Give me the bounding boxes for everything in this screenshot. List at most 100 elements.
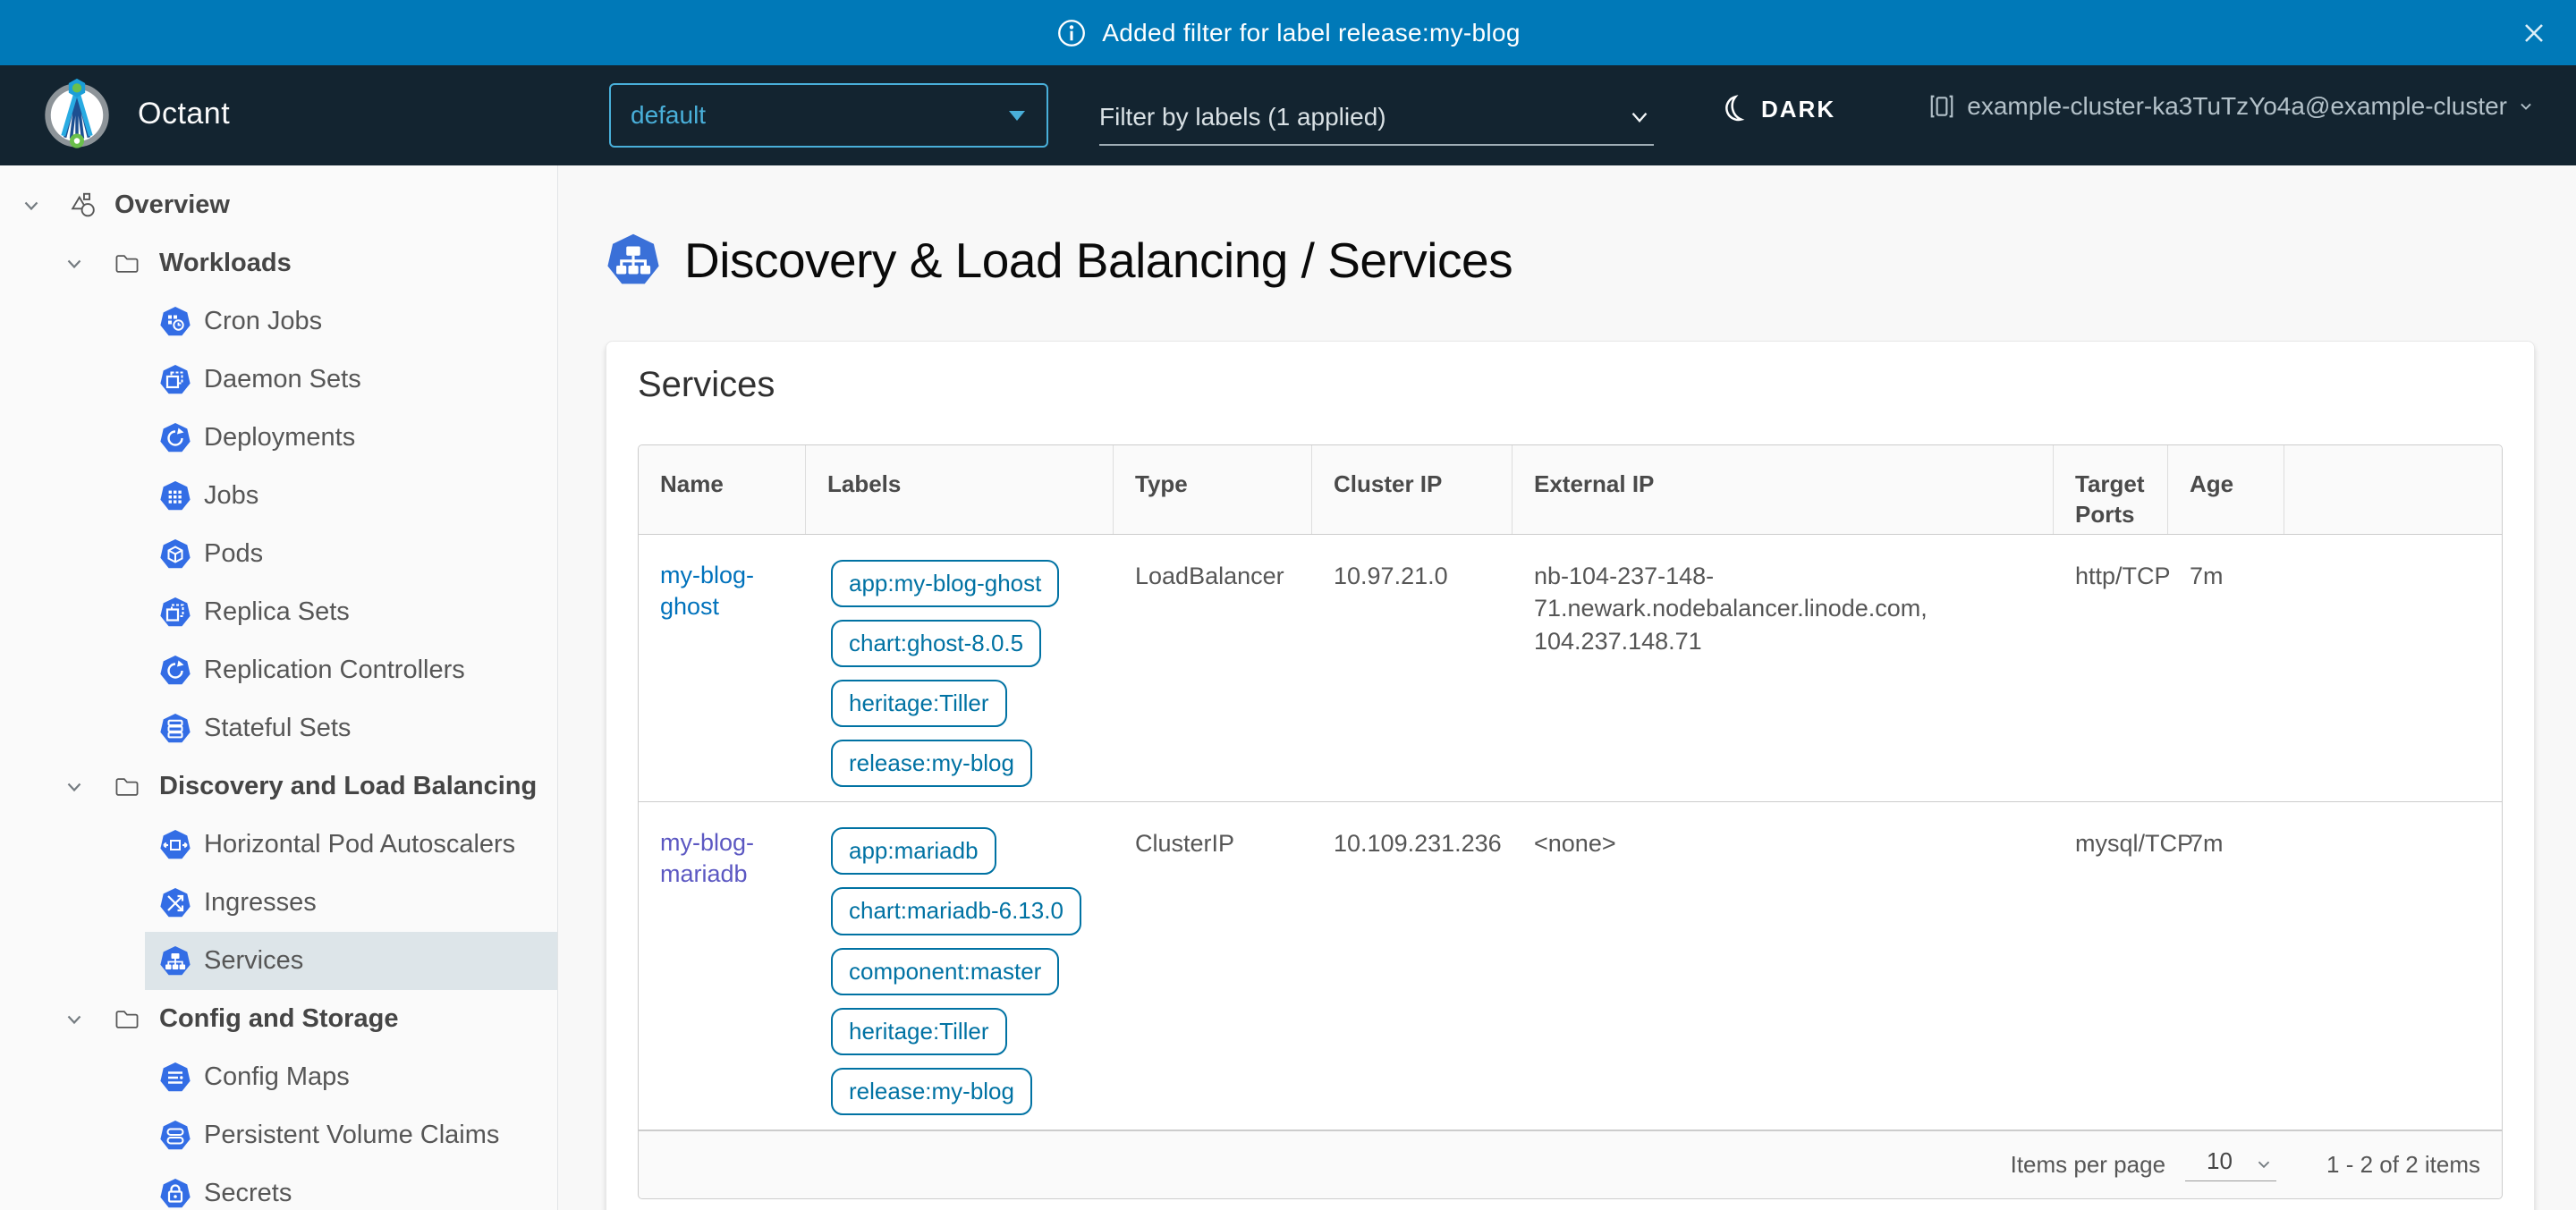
chevron-down-icon[interactable]	[63, 252, 86, 275]
k8s-job-icon	[159, 480, 191, 512]
brand: Octant	[39, 76, 230, 151]
items-per-page-value: 10	[2207, 1147, 2233, 1175]
label-pill[interactable]: heritage:Tiller	[831, 680, 1007, 727]
items-per-page-select[interactable]: 10	[2185, 1147, 2276, 1181]
cell-type: LoadBalancer	[1114, 535, 1312, 801]
sidebar-item-label: Jobs	[204, 481, 258, 511]
dark-theme-toggle[interactable]: DARK	[1719, 94, 1835, 124]
cluster-context-value: example-cluster-ka3TuTzYo4a@example-clus…	[1967, 92, 2507, 121]
page-title: Discovery & Load Balancing / Services	[684, 232, 1513, 289]
k8s-deployment-icon	[159, 422, 191, 454]
service-link[interactable]: my-blog-ghost	[660, 560, 788, 622]
k8s-pvc-icon	[159, 1120, 191, 1152]
k8s-replicaset-icon	[159, 597, 191, 629]
cell-spacer	[2284, 802, 2502, 1129]
label-pill[interactable]: app:my-blog-ghost	[831, 560, 1059, 607]
table-row: my-blog-ghost app:my-blog-ghost chart:gh…	[639, 535, 2502, 802]
app-title: Octant	[138, 97, 230, 131]
sidebar-navigation: Overview Workloads Cron Jobs Daemon Sets	[0, 165, 558, 1210]
sidebar-item-secrets[interactable]: Secrets	[145, 1164, 557, 1210]
sidebar-item-pods[interactable]: Pods	[145, 525, 557, 583]
k8s-service-icon	[159, 945, 191, 977]
sidebar-item-replica-sets[interactable]: Replica Sets	[145, 583, 557, 641]
chevron-down-icon[interactable]	[20, 194, 43, 217]
cell-age: 7m	[2168, 802, 2284, 1129]
sidebar-item-label: Cron Jobs	[204, 307, 322, 336]
sidebar-item-horizontal-pod-autoscalers[interactable]: Horizontal Pod Autoscalers	[145, 816, 557, 874]
k8s-secret-icon	[159, 1178, 191, 1210]
namespace-value: default	[631, 101, 706, 130]
cell-target-ports: http/TCP	[2054, 535, 2168, 801]
overview-icon	[68, 190, 98, 221]
cell-labels: app:mariadb chart:mariadb-6.13.0 compone…	[806, 802, 1114, 1129]
sidebar-item-cron-jobs[interactable]: Cron Jobs	[145, 292, 557, 351]
column-header-name: Name	[639, 445, 806, 534]
sidebar-item-stateful-sets[interactable]: Stateful Sets	[145, 699, 557, 757]
alert-message: Added filter for label release:my-blog	[1102, 19, 1520, 47]
k8s-ingress-icon	[159, 887, 191, 919]
sidebar-item-discovery-and-load-balancing[interactable]: Discovery and Load Balancing	[0, 757, 557, 816]
sidebar-item-label: Persistent Volume Claims	[204, 1121, 499, 1150]
namespace-selector[interactable]: default	[609, 83, 1048, 148]
label-pill[interactable]: release:my-blog	[831, 1068, 1032, 1115]
close-icon[interactable]	[2519, 18, 2549, 48]
sidebar-item-config-maps[interactable]: Config Maps	[145, 1048, 557, 1106]
chevron-down-icon	[1625, 103, 1654, 131]
external-ip-line: nb-104-237-148-71.newark.nodebalancer.li…	[1534, 560, 2036, 625]
label-pill[interactable]: heritage:Tiller	[831, 1008, 1007, 1055]
sidebar-item-workloads[interactable]: Workloads	[0, 234, 557, 292]
column-header-age: Age	[2168, 445, 2284, 534]
sidebar-item-replication-controllers[interactable]: Replication Controllers	[145, 641, 557, 699]
label-pill[interactable]: app:mariadb	[831, 827, 996, 875]
cell-spacer	[2284, 535, 2502, 801]
theme-label: DARK	[1761, 96, 1835, 123]
label-pill[interactable]: release:my-blog	[831, 740, 1032, 787]
caret-down-icon	[1009, 111, 1025, 121]
services-page-icon	[606, 232, 661, 289]
chevron-down-icon[interactable]	[63, 1008, 86, 1031]
column-header-external-ip: External IP	[1513, 445, 2054, 534]
app-header: Octant default Filter by labels (1 appli…	[0, 65, 2576, 165]
k8s-configmap-icon	[159, 1062, 191, 1094]
chevron-down-icon[interactable]	[63, 775, 86, 799]
column-header-type: Type	[1114, 445, 1312, 534]
moon-icon	[1716, 90, 1752, 127]
label-filter-text: Filter by labels (1 applied)	[1099, 103, 1386, 131]
label-pill[interactable]: chart:mariadb-6.13.0	[831, 887, 1081, 935]
sidebar-item-label: Replica Sets	[204, 597, 350, 627]
services-table: Name Labels Type Cluster IP External IP …	[638, 444, 2503, 1199]
table-pagination-footer: Items per page 10 1 - 2 of 2 items	[639, 1130, 2502, 1198]
sidebar-item-services[interactable]: Services	[145, 932, 557, 990]
cell-age: 7m	[2168, 535, 2284, 801]
label-filter-selector[interactable]: Filter by labels (1 applied)	[1099, 89, 1654, 146]
label-pill[interactable]: component:master	[831, 948, 1059, 995]
sidebar-item-persistent-volume-claims[interactable]: Persistent Volume Claims	[145, 1106, 557, 1164]
sidebar-item-label: Overview	[114, 190, 230, 220]
k8s-cronjob-icon	[159, 306, 191, 338]
sidebar-item-label: Replication Controllers	[204, 656, 465, 685]
cell-target-ports: mysql/TCP	[2054, 802, 2168, 1129]
folder-icon	[113, 1005, 141, 1034]
sidebar-item-deployments[interactable]: Deployments	[145, 409, 557, 467]
label-pill[interactable]: chart:ghost-8.0.5	[831, 620, 1041, 667]
sidebar-item-config-and-storage[interactable]: Config and Storage	[0, 990, 557, 1048]
cell-external-ip: nb-104-237-148-71.newark.nodebalancer.li…	[1513, 535, 2054, 801]
cell-cluster-ip: 10.97.21.0	[1312, 535, 1513, 801]
service-link[interactable]: my-blog-mariadb	[660, 827, 788, 890]
sidebar-item-daemon-sets[interactable]: Daemon Sets	[145, 351, 557, 409]
cluster-context-selector[interactable]: example-cluster-ka3TuTzYo4a@example-clus…	[1928, 92, 2536, 121]
sidebar-item-ingresses[interactable]: Ingresses	[145, 874, 557, 932]
items-per-page-label: Items per page	[2011, 1151, 2165, 1179]
table-row: my-blog-mariadb app:mariadb chart:mariad…	[639, 802, 2502, 1130]
cell-name: my-blog-ghost	[639, 535, 806, 801]
sidebar-item-label: Deployments	[204, 423, 355, 453]
k8s-hpa-icon	[159, 829, 191, 861]
sidebar-item-jobs[interactable]: Jobs	[145, 467, 557, 525]
column-header-cluster-ip: Cluster IP	[1312, 445, 1513, 534]
chevron-down-icon	[2516, 97, 2536, 116]
sidebar-item-label: Ingresses	[204, 888, 317, 918]
sidebar-item-overview[interactable]: Overview	[0, 176, 557, 234]
kubeconfig-icon	[1928, 93, 1955, 120]
cell-cluster-ip: 10.109.231.236	[1312, 802, 1513, 1129]
sidebar-item-label: Workloads	[159, 249, 292, 278]
